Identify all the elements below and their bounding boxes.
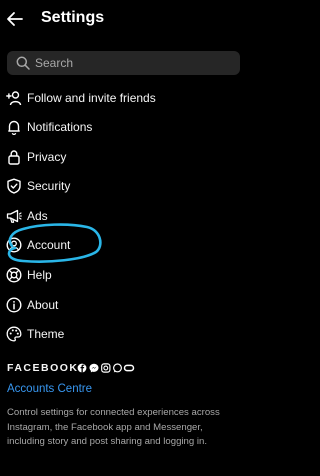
facebook-icon: [77, 363, 87, 373]
palette-icon: [6, 326, 22, 342]
bell-icon: [8, 120, 20, 135]
back-arrow-icon[interactable]: [4, 8, 26, 30]
menu-item-notifications[interactable]: Notifications: [0, 113, 244, 141]
header-bar: Settings: [0, 0, 244, 40]
instagram-icon: [101, 363, 111, 373]
search-icon: [16, 56, 30, 70]
menu-item-about[interactable]: About: [0, 291, 244, 319]
menu-item-follow-and-invite-friends[interactable]: Follow and invite friends: [0, 84, 244, 112]
menu-item-label: Help: [27, 268, 52, 282]
lock-icon: [8, 150, 20, 165]
oculus-icon: [123, 364, 135, 372]
menu-item-label: About: [27, 298, 59, 312]
menu-item-label: Theme: [27, 327, 65, 341]
add-person-icon: [6, 91, 22, 106]
accounts-centre-description: Control settings for connected experienc…: [7, 407, 220, 447]
whatsapp-icon: [112, 363, 122, 373]
info-icon: [6, 297, 22, 313]
shield-check-icon: [7, 178, 21, 194]
menu-item-label: Follow and invite friends: [27, 91, 156, 105]
menu-item-theme[interactable]: Theme: [0, 320, 244, 348]
hand-drawn-highlight-circle: [7, 223, 102, 263]
search-bar[interactable]: [7, 51, 240, 75]
page-title: Settings: [41, 9, 105, 26]
menu-item-privacy[interactable]: Privacy: [0, 143, 244, 171]
meta-apps-icons: [77, 363, 135, 373]
menu-item-label: Privacy: [27, 150, 67, 164]
menu-item-label: Notifications: [27, 120, 93, 134]
lifebuoy-icon: [6, 267, 22, 283]
facebook-wordmark: FACEBOOK: [7, 362, 79, 374]
messenger-icon: [89, 363, 99, 373]
menu-item-help[interactable]: Help: [0, 261, 244, 289]
accounts-centre-link[interactable]: Accounts Centre: [7, 383, 92, 395]
menu-item-security[interactable]: Security: [0, 172, 244, 200]
search-input[interactable]: [35, 52, 235, 74]
menu-item-label: Security: [27, 179, 71, 193]
